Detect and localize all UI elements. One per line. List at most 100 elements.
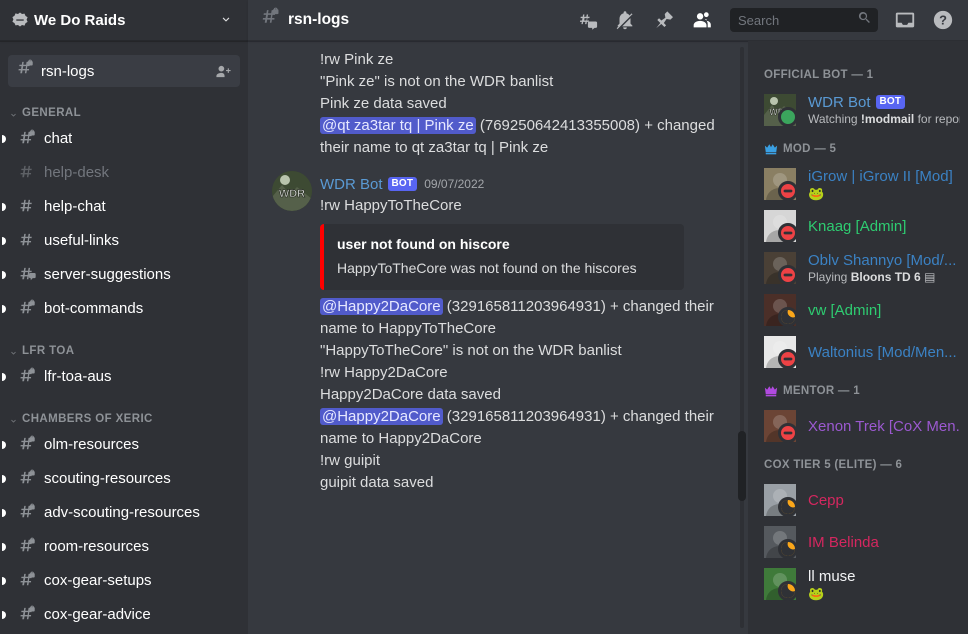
message-group: WDR WDR Bot BOT 09/07/2022 !rw HappyToTh… (264, 159, 732, 494)
svg-text:WDR: WDR (279, 188, 305, 200)
scrollbar-thumb[interactable] (738, 431, 746, 501)
sidebar-item-label: lfr-toa-aus (44, 368, 112, 385)
sidebar-item-cox-gear-setups[interactable]: cox-gear-setups (2, 564, 240, 597)
sidebar-item-label: adv-scouting-resources (44, 504, 200, 521)
content-row: !rw Pink ze "Pink ze" is not on the WDR b… (248, 41, 968, 634)
avatar[interactable]: WDR (272, 171, 312, 211)
message-line: "Pink ze" is not on the WDR banlist (320, 73, 554, 90)
sidebar-item-room-resources[interactable]: room-resources (2, 530, 240, 563)
message-line: !rw HappyToTheCore (320, 197, 462, 214)
message-group-lines: @Happy2DaCore (329165811203964931) + cha… (264, 296, 732, 494)
sidebar-item-chat[interactable]: chat (2, 122, 240, 155)
hash-announce-icon (16, 265, 38, 284)
crown-icon (764, 142, 778, 156)
avatar[interactable] (764, 484, 798, 517)
sidebar-item-scouting-resources[interactable]: scouting-resources (2, 462, 240, 495)
member-list-item[interactable]: IM Belinda (748, 521, 968, 563)
sidebar-item-bot-commands[interactable]: bot-commands (2, 292, 240, 325)
channel-category-general[interactable]: GENERAL (0, 93, 248, 121)
user-mention[interactable]: @Happy2DaCore (320, 408, 443, 425)
help-icon[interactable]: ? (932, 9, 954, 31)
member-list-item[interactable]: Cepp (748, 479, 968, 521)
avatar[interactable] (764, 410, 798, 443)
member-list-item[interactable]: Xenon Trek [CoX Men... (748, 405, 968, 447)
hash-lock-icon (260, 7, 281, 33)
member-list-item[interactable]: iGrow | iGrow II [Mod] 🐸 (748, 163, 968, 205)
main-panel: rsn-logs Search ? !rw Pink ze "Pink ze" … (248, 0, 968, 634)
crown-icon (764, 384, 778, 398)
message-line: "HappyToTheCore" is not on the WDR banli… (320, 342, 622, 359)
avatar[interactable] (764, 336, 798, 369)
user-mention[interactable]: @qt za3tar tq | Pink ze (320, 117, 476, 134)
server-header[interactable]: We Do Raids (0, 0, 248, 41)
hash-lock-icon (16, 605, 38, 624)
status-badge-idle (778, 307, 798, 327)
avatar[interactable] (764, 526, 798, 559)
sidebar-item-server-suggestions[interactable]: server-suggestions (2, 258, 240, 291)
search-icon (857, 10, 872, 30)
avatar[interactable] (764, 568, 798, 601)
unread-indicator (2, 134, 6, 143)
member-group-label: MENTOR — 1 (783, 385, 860, 397)
avatar[interactable] (764, 210, 798, 243)
message-line: @Happy2DaCore (329165811203964931) + cha… (320, 408, 714, 447)
sidebar-item-olm-resources[interactable]: olm-resources (2, 428, 240, 461)
unread-indicator (2, 576, 6, 585)
threads-icon[interactable] (576, 9, 598, 31)
member-list-item[interactable]: ll muse 🐸 (748, 563, 968, 605)
hash-lock-icon (16, 571, 38, 590)
sidebar-item-cox-gear-advice[interactable]: cox-gear-advice (2, 598, 240, 631)
game-activity-icon: ▤ (924, 269, 936, 284)
notification-off-icon[interactable] (614, 9, 636, 31)
member-list-item[interactable]: Oblv Shannyo [Mod/... Playing Bloons TD 6… (748, 247, 968, 289)
channel-category-chambers-of-xeric[interactable]: CHAMBERS OF XERIC (0, 399, 248, 427)
message-scrollbar[interactable] (738, 41, 746, 634)
message-scroller[interactable]: !rw Pink ze "Pink ze" is not on the WDR b… (248, 41, 748, 634)
inbox-icon[interactable] (894, 9, 916, 31)
sidebar-item-label: cox-gear-setups (44, 572, 152, 589)
user-mention[interactable]: @Happy2DaCore (320, 298, 443, 315)
avatar[interactable] (764, 294, 798, 327)
member-name: Oblv Shannyo [Mod/... (808, 251, 957, 269)
sidebar-item-adv-scouting-resources[interactable]: adv-scouting-resources (2, 496, 240, 529)
member-list: OFFICIAL BOT — 1 WDR WDR BotBOTWatching !m… (748, 41, 968, 634)
message-line: @Happy2DaCore (329165811203964931) + cha… (320, 298, 714, 337)
chevron-down-icon[interactable] (218, 12, 234, 28)
avatar[interactable] (764, 168, 798, 201)
unread-indicator (2, 270, 6, 279)
avatar[interactable]: WDR (764, 94, 798, 127)
search-input[interactable]: Search (730, 8, 878, 32)
message-author[interactable]: WDR Bot (320, 176, 383, 193)
channel-topbar: rsn-logs Search ? (248, 0, 968, 41)
sidebar-item-help-desk[interactable]: help-desk (8, 156, 240, 189)
member-list-item[interactable]: Knaag [Admin] (748, 205, 968, 247)
member-list-item[interactable]: vw [Admin] (748, 289, 968, 331)
unread-indicator (2, 236, 6, 245)
member-group-header: MENTOR — 1 (748, 383, 968, 399)
member-status-text: Playing Bloons TD 6 ▤ (808, 269, 936, 284)
pin-icon[interactable] (652, 9, 674, 31)
members-icon[interactable] (690, 9, 712, 31)
sidebar-item-help-chat[interactable]: help-chat (2, 190, 240, 223)
hash-lock-icon (16, 537, 38, 556)
unread-indicator (2, 202, 6, 211)
message-line: guipit data saved (320, 474, 434, 491)
status-badge-idle (778, 581, 798, 601)
message-line: Happy2DaCore data saved (320, 386, 501, 403)
sidebar-item-rsn-logs[interactable]: rsn-logs (8, 55, 240, 87)
message-list: !rw Pink ze "Pink ze" is not on the WDR b… (248, 41, 748, 494)
channel-category-lfr-toa[interactable]: LFR TOA (0, 331, 248, 359)
sidebar-item-label: help-desk (44, 164, 110, 181)
status-badge-dnd (778, 349, 798, 369)
member-list-item[interactable]: Waltonius [Mod/Men... (748, 331, 968, 373)
category-label: LFR TOA (22, 345, 75, 357)
member-custom-status: 🐸 (808, 585, 825, 601)
member-group-header: OFFICIAL BOT — 1 (748, 67, 968, 83)
member-custom-status: 🐸 (808, 185, 825, 201)
member-list-item[interactable]: WDR WDR BotBOTWatching !modmail for repor… (748, 89, 968, 131)
sidebar-item-useful-links[interactable]: useful-links (2, 224, 240, 257)
embed-description: HappyToTheCore was not found on the hisc… (337, 260, 637, 276)
add-person-icon[interactable] (215, 63, 232, 80)
sidebar-item-lfr-toa-aus[interactable]: lfr-toa-aus (2, 360, 240, 393)
avatar[interactable] (764, 252, 798, 285)
